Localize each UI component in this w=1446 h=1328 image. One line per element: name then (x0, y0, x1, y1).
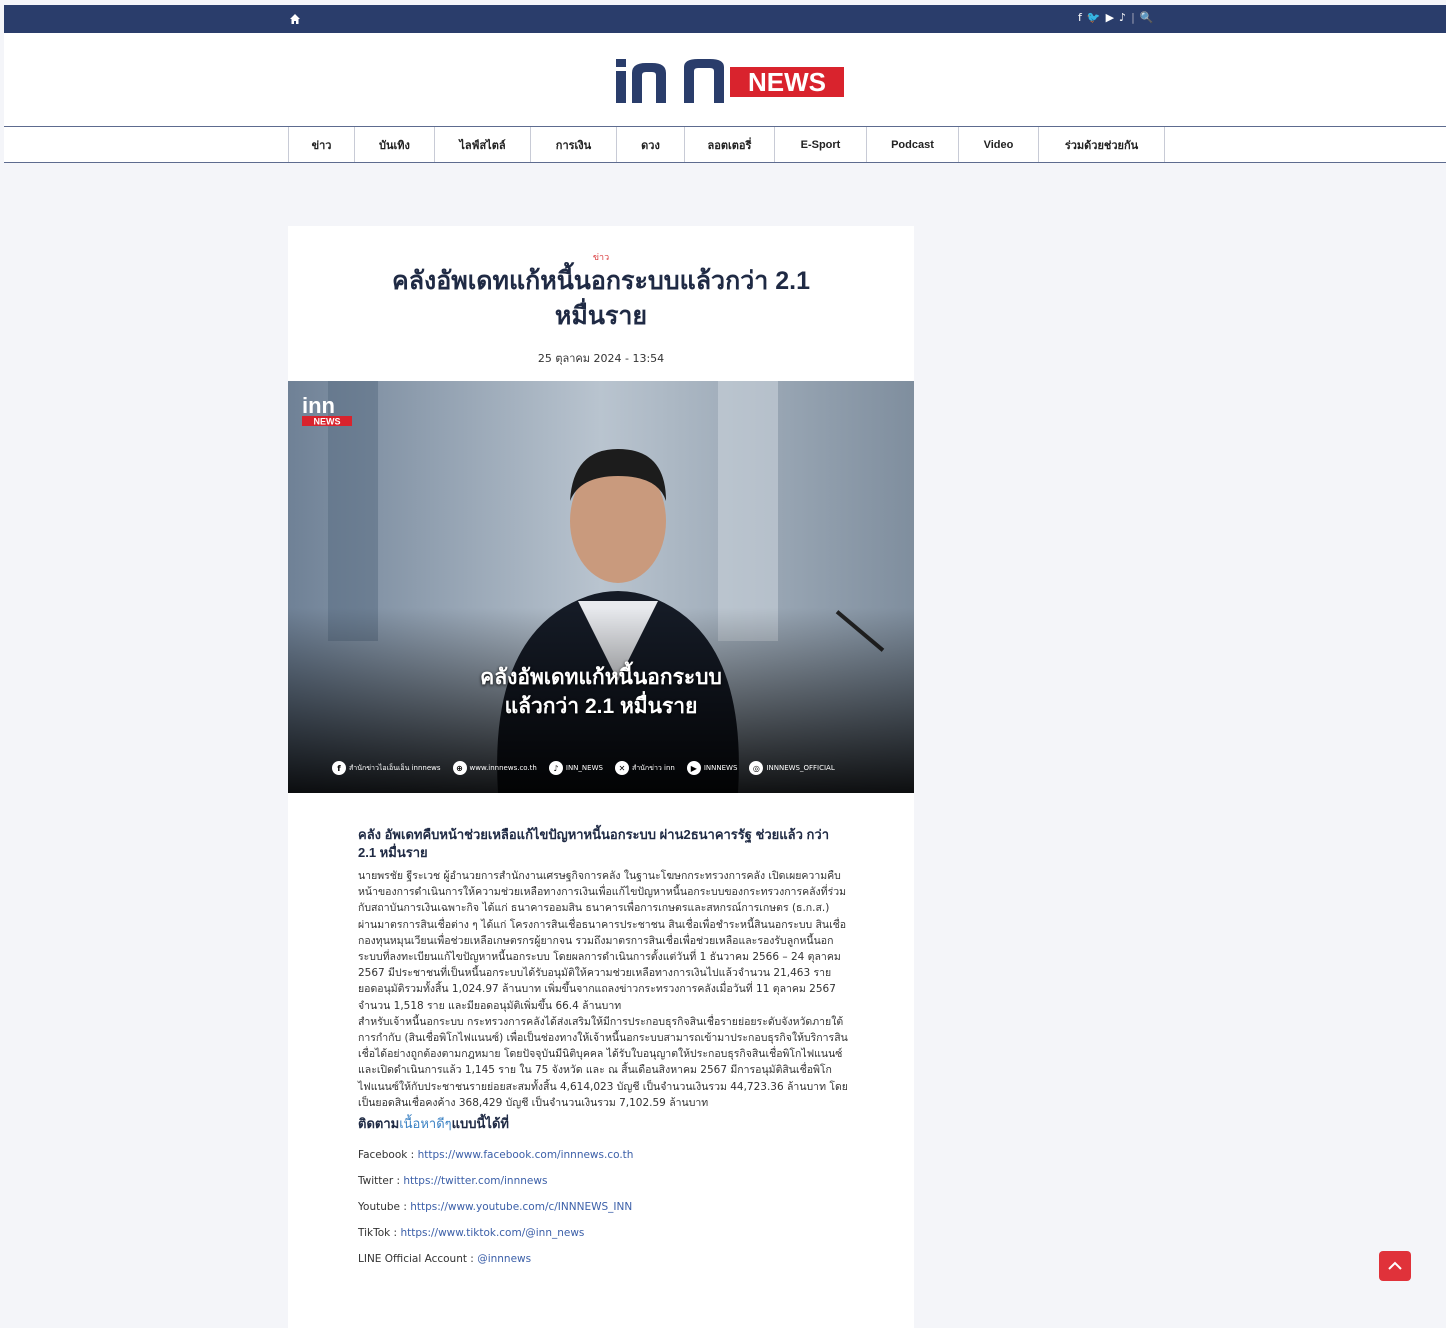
article-category[interactable]: ข่าว (288, 250, 914, 264)
inn-news-logo[interactable]: NEWS (612, 57, 852, 105)
youtube-url[interactable]: https://www.youtube.com/c/INNNEWS_INN (410, 1201, 632, 1213)
nav-item-lottery[interactable]: ลอตเตอรี่ (685, 127, 775, 162)
nav-item-news[interactable]: ข่าว (289, 127, 355, 162)
main-nav: ข่าว บันเทิง ไลฟ์สไตล์ การเงิน ดวง ลอตเต… (288, 127, 1165, 162)
back-to-top-button[interactable] (1379, 1251, 1411, 1281)
article-card: ข่าว คลังอัพเดทแก้หนี้นอกระบบแล้วกว่า 2.… (288, 226, 914, 1328)
social-link-line: LINE Official Account : @innnews (358, 1253, 532, 1266)
nav-item-charity[interactable]: ร่วมด้วยช่วยกัน (1039, 127, 1165, 162)
top-social-links: f 🐦 ▶ ♪ | 🔍 (1078, 11, 1154, 25)
chevron-up-icon (1388, 1261, 1402, 1270)
article-hero-image: inn NEWS คลังอัพเดทแก้หนี้นอกระบบ แล้วกว… (288, 381, 914, 793)
hero-social-strip: f สำนักข่าวไอเอ็นเอ็น innnews ⊕ www.innnew… (332, 761, 835, 775)
instagram-icon: ◎ (749, 761, 764, 775)
svg-text:NEWS: NEWS (314, 417, 341, 427)
social-link-tiktok: TikTok : https://www.tiktok.com/@inn_new… (358, 1227, 585, 1240)
article-title: คลังอัพเดทแก้หนี้นอกระบบแล้วกว่า 2.1 หมื… (391, 267, 811, 330)
tiktok-url[interactable]: https://www.tiktok.com/@inn_news (400, 1227, 584, 1239)
site-header: NEWS (4, 33, 1446, 126)
top-bar: f 🐦 ▶ ♪ | 🔍 (4, 5, 1446, 33)
nav-item-esport[interactable]: E-Sport (775, 127, 867, 162)
social-link-youtube: Youtube : https://www.youtube.com/c/INNN… (358, 1201, 633, 1214)
divider: | (1131, 11, 1135, 24)
svg-text:NEWS: NEWS (748, 67, 826, 97)
hero-caption: คลังอัพเดทแก้หนี้นอกระบบ แล้วกว่า 2.1 หม… (288, 663, 914, 721)
hero-social-instagram: ◎ INNNEWS_OFFICIAL (749, 761, 835, 775)
article-subhead: คลัง อัพเดทคืบหน้าช่วยเหลือแก้ไขปัญหาหนี… (358, 827, 830, 860)
globe-icon: ⊕ (452, 761, 467, 775)
youtube-icon: ▶ (686, 761, 701, 775)
nav-item-video[interactable]: Video (959, 127, 1039, 162)
article-paragraph: นายพรชัย ฐีระเวช ผู้อำนวยการสำนักงานเศรษ… (358, 870, 847, 1012)
follow-link[interactable]: เนื้อหาดีๆ (399, 1116, 451, 1131)
article-body: คลัง อัพเดทคืบหน้าช่วยเหลือแก้ไขปัญหาหนี… (358, 826, 848, 1272)
nav-item-horoscope[interactable]: ดวง (617, 127, 685, 162)
hero-social-web: ⊕ www.innnews.co.th (452, 761, 537, 775)
search-icon[interactable]: 🔍 (1140, 11, 1154, 25)
social-links-list: Facebook : https://www.facebook.com/innn… (358, 1142, 848, 1272)
article-date: 25 ตุลาคม 2024 - 13:54 (537, 352, 665, 365)
home-icon[interactable] (288, 12, 302, 26)
youtube-icon[interactable]: ▶ (1106, 11, 1114, 25)
tiktok-icon: ♪ (548, 761, 563, 775)
social-link-twitter: Twitter : https://twitter.com/innnews (358, 1175, 548, 1188)
line-url[interactable]: @innnews (477, 1253, 531, 1265)
follow-heading: ติดตามเนื้อหาดีๆแบบนี้ได้ที่ (358, 1116, 509, 1132)
hero-social-youtube: ▶ INNNEWS (686, 761, 737, 775)
nav-item-entertainment[interactable]: บันเทิง (355, 127, 435, 162)
facebook-icon: f (332, 761, 346, 775)
nav-item-lifestyle[interactable]: ไลฟ์สไตล์ (435, 127, 531, 162)
x-icon: ✕ (614, 761, 629, 775)
hero-inn-logo: inn NEWS (300, 393, 354, 431)
hero-photo (288, 381, 914, 793)
tiktok-icon[interactable]: ♪ (1119, 11, 1126, 25)
social-link-facebook: Facebook : https://www.facebook.com/innn… (358, 1149, 634, 1162)
hero-caption-line1: คลังอัพเดทแก้หนี้นอกระบบ (480, 666, 722, 689)
hero-social-tiktok: ♪ INN_NEWS (548, 761, 603, 775)
facebook-icon[interactable]: f (1078, 11, 1082, 25)
facebook-url[interactable]: https://www.facebook.com/innnews.co.th (418, 1149, 634, 1161)
hero-social-x: ✕ สำนักข่าว inn (614, 761, 675, 775)
hero-caption-line2: แล้วกว่า 2.1 หมื่นราย (504, 695, 698, 718)
svg-text:inn: inn (302, 393, 335, 418)
nav-item-podcast[interactable]: Podcast (867, 127, 959, 162)
twitter-url[interactable]: https://twitter.com/innnews (403, 1175, 547, 1187)
nav-item-finance[interactable]: การเงิน (531, 127, 617, 162)
twitter-icon[interactable]: 🐦 (1087, 11, 1101, 25)
hero-social-facebook: f สำนักข่าวไอเอ็นเอ็น innnews (332, 761, 441, 775)
main-nav-bar: ข่าว บันเทิง ไลฟ์สไตล์ การเงิน ดวง ลอตเต… (4, 126, 1446, 163)
article-paragraph: สำหรับเจ้าหนี้นอกระบบ กระทรวงการคลังได้ส… (358, 1015, 848, 1109)
